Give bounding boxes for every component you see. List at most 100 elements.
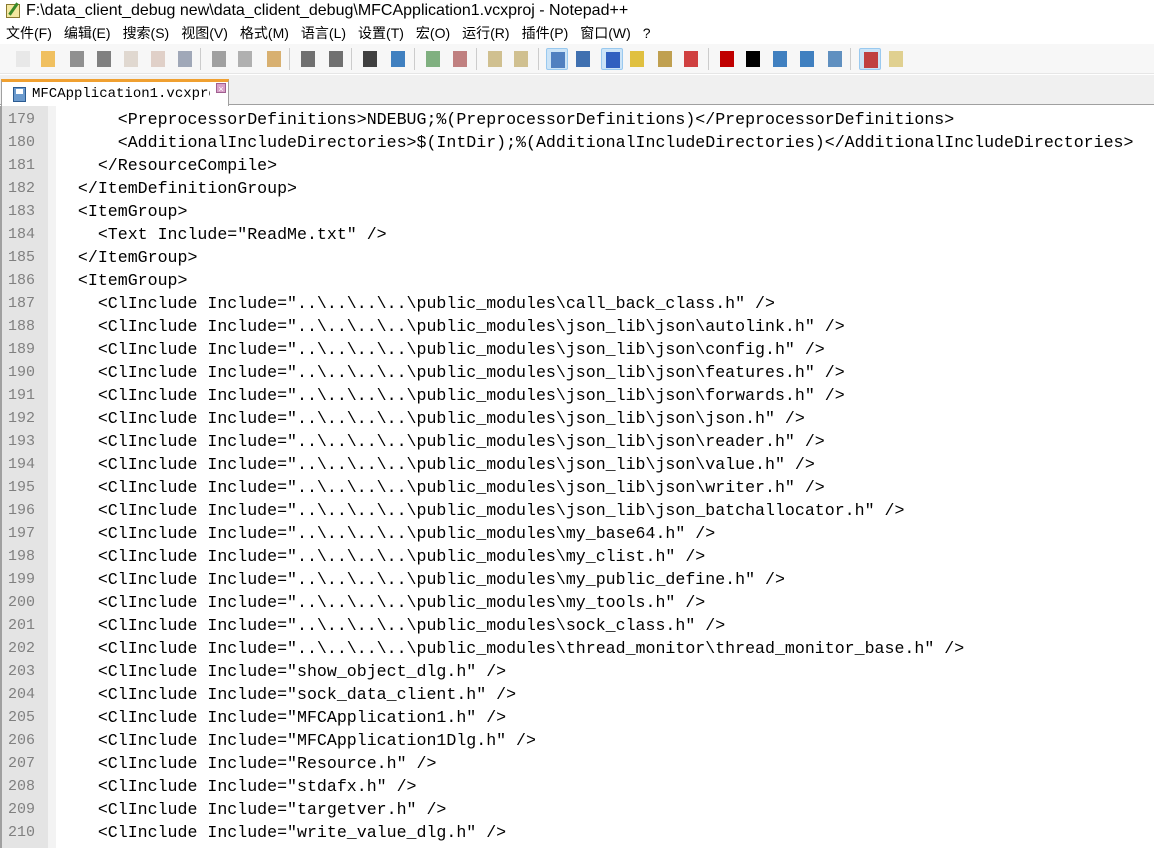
- code-text: <ClInclude Include="MFCApplication1Dlg.h…: [58, 731, 536, 750]
- copy-button[interactable]: [234, 48, 256, 70]
- menu-item-0[interactable]: 文件(F): [0, 23, 58, 43]
- code-text: <ClInclude Include="..\..\..\..\public_m…: [58, 501, 905, 520]
- code-line: 198 <ClInclude Include="..\..\..\..\publ…: [8, 545, 1133, 568]
- menu-item-7[interactable]: 宏(O): [410, 23, 456, 43]
- code-line: 190 <ClInclude Include="..\..\..\..\publ…: [8, 361, 1133, 384]
- code-line: 202 <ClInclude Include="..\..\..\..\publ…: [8, 637, 1133, 660]
- code-text: <ItemGroup>: [58, 202, 188, 221]
- play-macro-icon: [773, 51, 787, 67]
- menu-item-2[interactable]: 搜索(S): [117, 23, 176, 43]
- code-text: <ClInclude Include="..\..\..\..\public_m…: [58, 639, 965, 658]
- open-file-button[interactable]: [37, 48, 59, 70]
- function-list-button[interactable]: [680, 48, 702, 70]
- paste-button[interactable]: [263, 48, 285, 70]
- zoom-out-icon: [453, 51, 467, 67]
- close-all-button[interactable]: [147, 48, 169, 70]
- close-button[interactable]: [120, 48, 142, 70]
- code-line: 199 <ClInclude Include="..\..\..\..\publ…: [8, 568, 1133, 591]
- menu-item-10[interactable]: 窗口(W): [574, 23, 637, 43]
- line-number: 191: [8, 387, 36, 404]
- menu-item-11[interactable]: ?: [637, 25, 657, 41]
- line-number: 209: [8, 801, 36, 818]
- plugin-icon: [889, 51, 903, 67]
- save-macro-button[interactable]: [824, 48, 846, 70]
- doc-map-button[interactable]: [654, 48, 676, 70]
- new-file-button[interactable]: [12, 48, 34, 70]
- sync-vertical-button[interactable]: [484, 48, 506, 70]
- menu-item-6[interactable]: 设置(T): [352, 23, 410, 43]
- menu-item-1[interactable]: 编辑(E): [58, 23, 117, 43]
- code-line: 192 <ClInclude Include="..\..\..\..\publ…: [8, 407, 1133, 430]
- toolbar-separator: [351, 48, 352, 70]
- menu-item-8[interactable]: 运行(R): [456, 23, 515, 43]
- code-text: <Text Include="ReadMe.txt" />: [58, 225, 387, 244]
- code-text: <ClInclude Include="..\..\..\..\public_m…: [58, 616, 726, 635]
- code-text: <AdditionalIncludeDirectories>$(IntDir);…: [58, 133, 1134, 152]
- editor[interactable]: 179 <PreprocessorDefinitions>NDEBUG;%(Pr…: [0, 106, 1154, 848]
- indent-guide-button[interactable]: [601, 48, 623, 70]
- code-text: <ClInclude Include="..\..\..\..\public_m…: [58, 432, 825, 451]
- zoom-in-button[interactable]: [422, 48, 444, 70]
- line-number: 180: [8, 134, 36, 151]
- word-wrap-icon: [551, 52, 565, 68]
- user-lang-button[interactable]: [626, 48, 648, 70]
- cut-button[interactable]: [208, 48, 230, 70]
- plugin-button[interactable]: [885, 48, 907, 70]
- save-button[interactable]: [66, 48, 88, 70]
- tab-mfcapplication1-vcxproj[interactable]: MFCApplication1.vcxproj ×: [1, 79, 229, 106]
- find-button[interactable]: [359, 48, 381, 70]
- fold-margin[interactable]: [48, 106, 56, 848]
- menu-item-5[interactable]: 语言(L): [295, 23, 352, 43]
- stop-macro-icon: [746, 51, 760, 67]
- menu-bar: 文件(F) 编辑(E) 搜索(S) 视图(V) 格式(M) 语言(L) 设置(T) 宏(O) 运…: [0, 22, 1154, 44]
- line-number: 183: [8, 203, 36, 220]
- play-macro-button[interactable]: [769, 48, 791, 70]
- tab-close-icon[interactable]: ×: [216, 83, 226, 94]
- code-text: <ItemGroup>: [58, 271, 188, 290]
- menu-item-3[interactable]: 视图(V): [175, 23, 234, 43]
- code-text: </ResourceCompile>: [58, 156, 278, 175]
- line-number: 182: [8, 180, 36, 197]
- line-number: 196: [8, 502, 36, 519]
- spell-check-button[interactable]: [859, 48, 881, 70]
- stop-macro-button[interactable]: [742, 48, 764, 70]
- close-all-icon: [151, 51, 165, 67]
- record-macro-button[interactable]: [716, 48, 738, 70]
- save-all-button[interactable]: [93, 48, 115, 70]
- show-all-chars-button[interactable]: [572, 48, 594, 70]
- toolbar-separator: [289, 48, 290, 70]
- redo-button[interactable]: [325, 48, 347, 70]
- code-text: <ClInclude Include="sock_data_client.h" …: [58, 685, 517, 704]
- code-line: 185 </ItemGroup>: [8, 246, 1133, 269]
- toolbar-separator: [476, 48, 477, 70]
- line-number: 186: [8, 272, 36, 289]
- replace-button[interactable]: [387, 48, 409, 70]
- code-text: <ClInclude Include="..\..\..\..\public_m…: [58, 478, 825, 497]
- code-text: <PreprocessorDefinitions>NDEBUG;%(Prepro…: [58, 110, 955, 129]
- code-line: 193 <ClInclude Include="..\..\..\..\publ…: [8, 430, 1133, 453]
- code-line: 194 <ClInclude Include="..\..\..\..\publ…: [8, 453, 1133, 476]
- menu-item-9[interactable]: 插件(P): [516, 23, 575, 43]
- code-line: 186 <ItemGroup>: [8, 269, 1133, 292]
- toolbar-separator: [538, 48, 539, 70]
- zoom-out-button[interactable]: [449, 48, 471, 70]
- run-macro-multiple-button[interactable]: [796, 48, 818, 70]
- show-all-chars-icon: [576, 51, 590, 67]
- line-number: 206: [8, 732, 36, 749]
- code-line: 187 <ClInclude Include="..\..\..\..\publ…: [8, 292, 1133, 315]
- save-all-icon: [97, 51, 111, 67]
- code-area[interactable]: 179 <PreprocessorDefinitions>NDEBUG;%(Pr…: [8, 108, 1134, 844]
- code-line: 203 <ClInclude Include="show_object_dlg.…: [8, 660, 1133, 683]
- code-text: <ClInclude Include="..\..\..\..\public_m…: [58, 294, 775, 313]
- window-title: F:\data_client_debug new\data_clident_de…: [26, 2, 629, 19]
- line-number: 188: [8, 318, 36, 335]
- code-line: 196 <ClInclude Include="..\..\..\..\publ…: [8, 499, 1133, 522]
- line-number: 207: [8, 755, 36, 772]
- menu-item-4[interactable]: 格式(M): [234, 23, 295, 43]
- save-macro-icon: [828, 51, 842, 67]
- sync-horizontal-button[interactable]: [510, 48, 532, 70]
- code-text: <ClInclude Include="Resource.h" />: [58, 754, 437, 773]
- word-wrap-button[interactable]: [546, 48, 568, 70]
- print-button[interactable]: [174, 48, 196, 70]
- undo-button[interactable]: [297, 48, 319, 70]
